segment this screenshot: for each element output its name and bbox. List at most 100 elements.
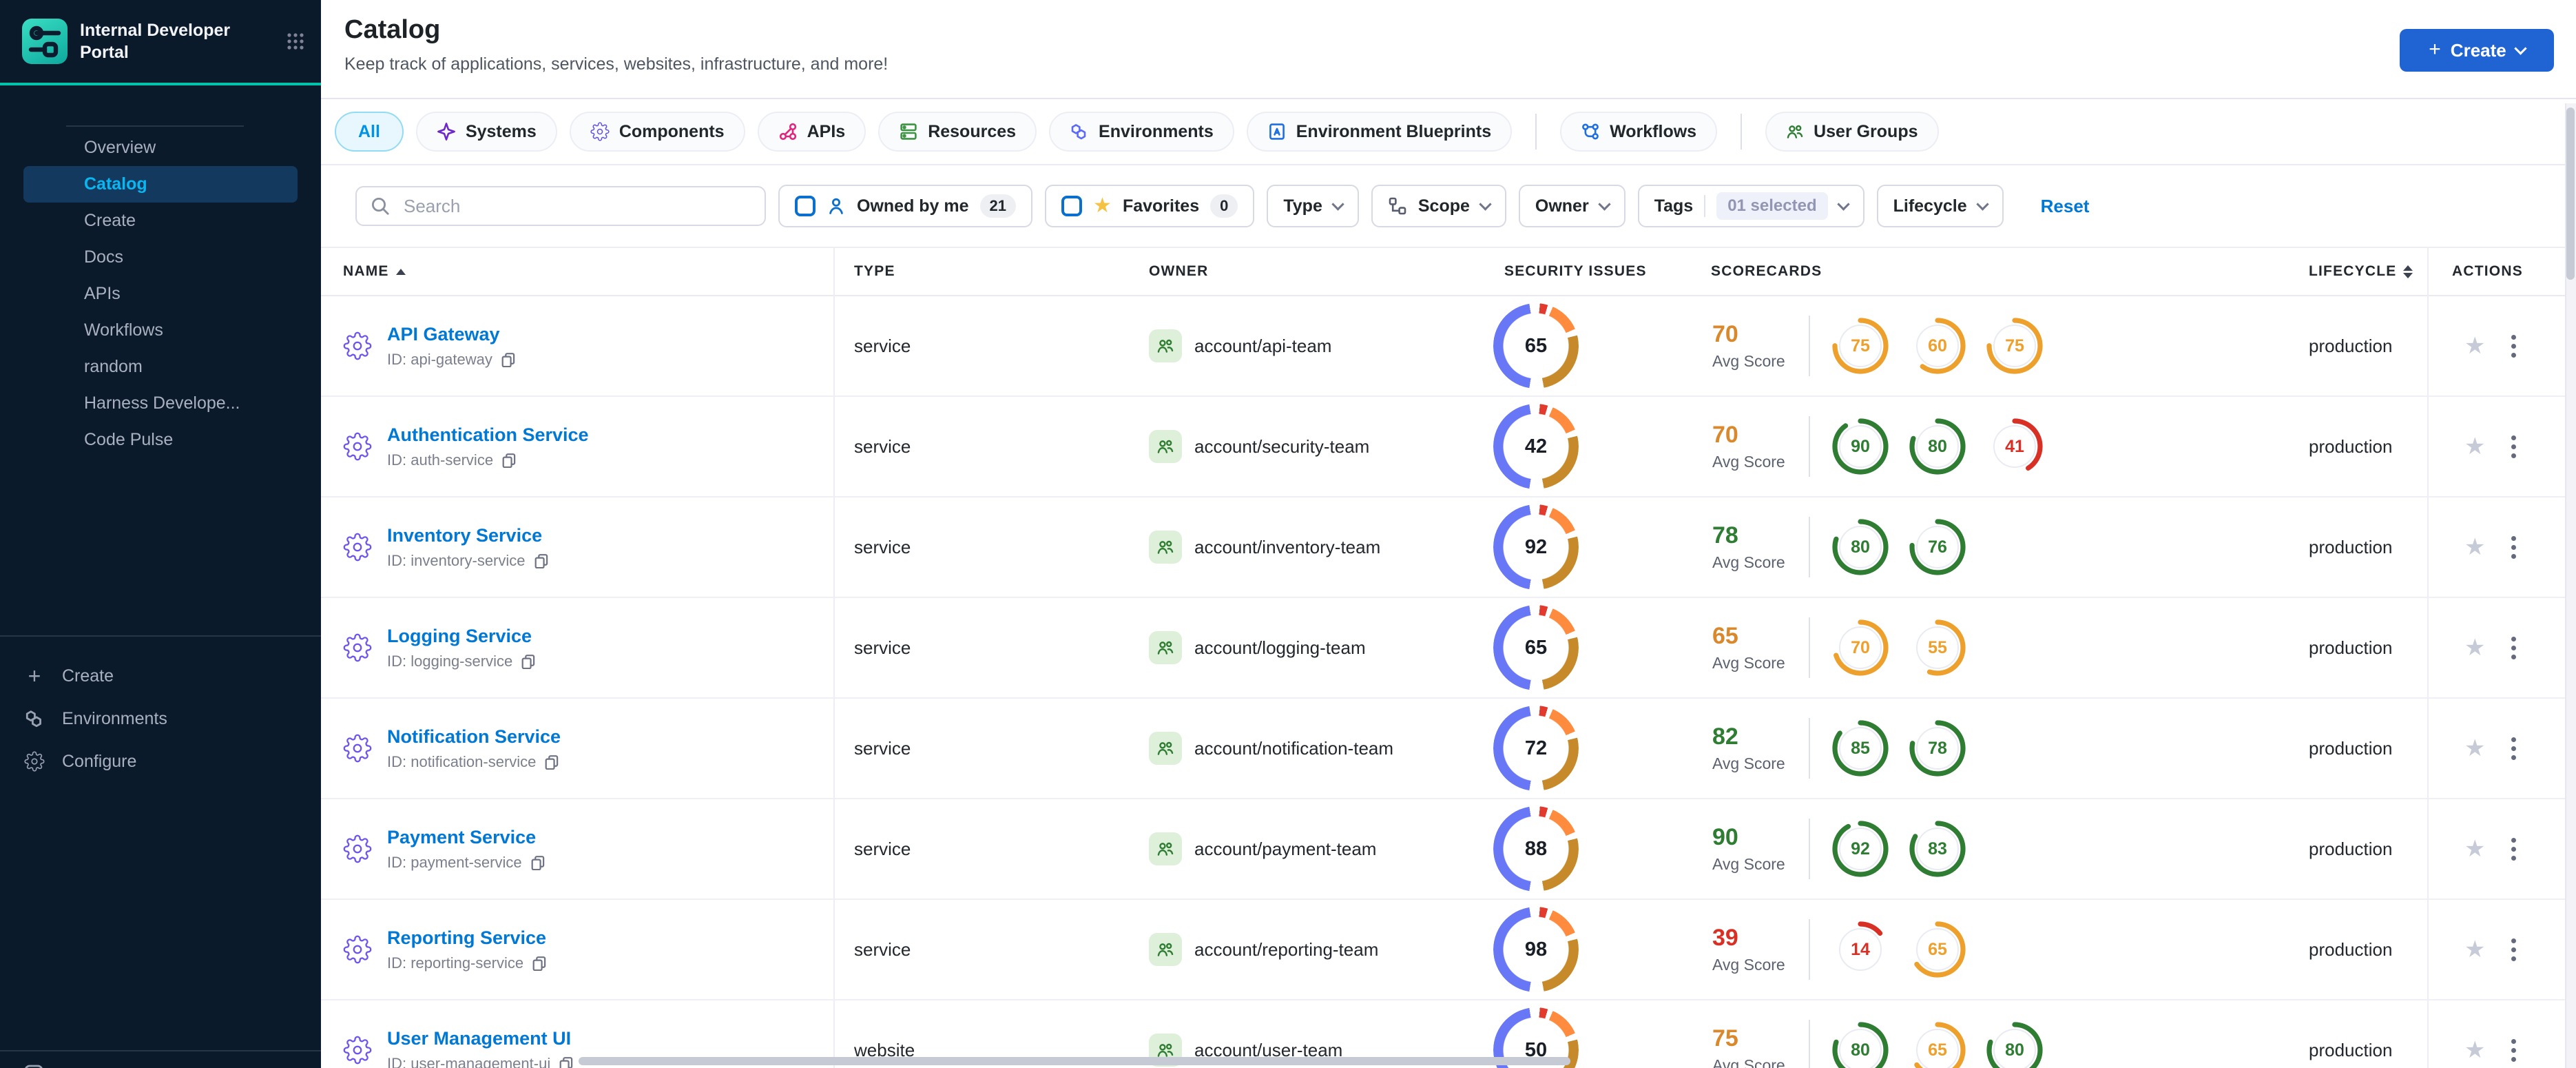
scorecard-ring[interactable]: 70 — [1831, 618, 1890, 677]
scorecard-ring[interactable]: 83 — [1908, 819, 1967, 879]
vertical-scrollbar-thumb[interactable] — [2566, 107, 2575, 280]
scorecard-ring[interactable]: 75 — [1831, 316, 1890, 376]
tab-apis[interactable]: APIs — [757, 112, 866, 152]
scorecard-ring[interactable]: 60 — [1908, 316, 1967, 376]
kebab-menu-icon[interactable] — [2509, 332, 2519, 360]
owned-by-me-checkbox[interactable] — [795, 196, 816, 216]
copy-icon[interactable] — [559, 1056, 574, 1068]
tab-environment-blueprints[interactable]: Environment Blueprints — [1246, 112, 1513, 152]
reset-filters-link[interactable]: Reset — [2041, 196, 2090, 217]
tab-components[interactable]: Components — [569, 112, 745, 152]
sidebar-item-create[interactable]: Create — [23, 203, 298, 239]
favorite-star-icon[interactable]: ★ — [2464, 334, 2485, 358]
kebab-menu-icon[interactable] — [2509, 634, 2519, 662]
copy-icon[interactable] — [530, 855, 546, 870]
favorites-checkbox[interactable] — [1061, 196, 1083, 216]
create-button[interactable]: + Create — [2400, 29, 2554, 72]
entity-name-link[interactable]: Reporting Service — [387, 927, 547, 949]
column-header-scorecards: SCORECARDS — [1699, 263, 2277, 280]
favorite-star-icon[interactable]: ★ — [2464, 535, 2485, 559]
tab-environments[interactable]: Environments — [1049, 112, 1234, 152]
scorecard-ring[interactable]: 65 — [1908, 1020, 1967, 1068]
tags-dropdown[interactable]: Tags 01 selected — [1637, 185, 1865, 227]
sidebar-item-catalog[interactable]: Catalog — [23, 166, 298, 203]
scorecard-ring[interactable]: 41 — [1985, 417, 2044, 476]
sidebar-item-docs[interactable]: Docs — [23, 239, 298, 276]
copy-icon[interactable] — [521, 654, 536, 669]
favorite-star-icon[interactable]: ★ — [2464, 737, 2485, 760]
entity-name-link[interactable]: Authentication Service — [387, 424, 589, 446]
favorite-star-icon[interactable]: ★ — [2464, 636, 2485, 659]
scorecard-ring[interactable]: 14 — [1831, 920, 1890, 979]
kebab-menu-icon[interactable] — [2509, 735, 2519, 763]
security-issues-donut[interactable]: 65 — [1493, 303, 1579, 389]
copy-icon[interactable] — [532, 956, 547, 971]
hierarchy-icon — [1388, 196, 1407, 216]
security-issues-donut[interactable]: 98 — [1493, 907, 1579, 992]
security-issues-donut[interactable]: 72 — [1493, 706, 1579, 791]
security-issues-donut[interactable]: 92 — [1493, 504, 1579, 590]
scorecard-ring[interactable]: 55 — [1908, 618, 1967, 677]
entity-name-link[interactable]: API Gateway — [387, 324, 516, 345]
favorites-filter[interactable]: ★ Favorites 0 — [1045, 185, 1255, 227]
copy-icon[interactable] — [501, 453, 517, 468]
sidebar-item-code-pulse[interactable]: Code Pulse — [23, 422, 298, 458]
kebab-menu-icon[interactable] — [2509, 936, 2519, 964]
sidebar-item-help[interactable]: ? Help — [0, 1050, 321, 1068]
kebab-menu-icon[interactable] — [2509, 433, 2519, 461]
sidebar-item-random[interactable]: random — [23, 349, 298, 385]
copy-icon[interactable] — [501, 352, 516, 367]
search-input[interactable] — [401, 194, 751, 218]
tab-user-groups[interactable]: User Groups — [1765, 112, 1939, 152]
scorecard-ring[interactable]: 85 — [1831, 719, 1890, 778]
tab-resources[interactable]: Resources — [878, 112, 1037, 152]
scope-dropdown[interactable]: Scope — [1371, 185, 1506, 227]
favorite-star-icon[interactable]: ★ — [2464, 435, 2485, 458]
entity-name-link[interactable]: Payment Service — [387, 827, 546, 848]
kebab-menu-icon[interactable] — [2509, 1036, 2519, 1065]
scorecard-ring[interactable]: 92 — [1831, 819, 1890, 879]
copy-icon[interactable] — [534, 553, 549, 568]
security-issues-donut[interactable]: 42 — [1493, 404, 1579, 489]
search-box[interactable] — [355, 186, 766, 226]
sidebar-item-overview[interactable]: Overview — [23, 130, 298, 166]
tab-systems[interactable]: Systems — [415, 112, 557, 152]
scorecard-ring[interactable]: 80 — [1985, 1020, 2044, 1068]
favorite-star-icon[interactable]: ★ — [2464, 938, 2485, 961]
column-header-name[interactable]: NAME — [321, 263, 833, 280]
type-dropdown[interactable]: Type — [1267, 185, 1359, 227]
security-issues-donut[interactable]: 65 — [1493, 605, 1579, 690]
column-header-lifecycle[interactable]: LIFECYCLE — [2277, 263, 2427, 280]
sidebar-item-harness-develope-[interactable]: Harness Develope... — [23, 385, 298, 422]
scorecard-ring[interactable]: 78 — [1908, 719, 1967, 778]
sidebar-item-workflows[interactable]: Workflows — [23, 312, 298, 349]
favorite-star-icon[interactable]: ★ — [2464, 1038, 2485, 1062]
tab-all[interactable]: All — [335, 112, 404, 152]
scorecard-ring[interactable]: 65 — [1908, 920, 1967, 979]
owned-by-me-filter[interactable]: Owned by me 21 — [778, 185, 1033, 227]
scorecard-ring[interactable]: 80 — [1831, 517, 1890, 577]
copy-icon[interactable] — [544, 754, 559, 770]
kebab-menu-icon[interactable] — [2509, 533, 2519, 562]
security-issues-donut[interactable]: 88 — [1493, 806, 1579, 892]
scorecard-ring[interactable]: 80 — [1908, 417, 1967, 476]
entity-name-link[interactable]: Notification Service — [387, 726, 561, 748]
app-switcher-grid-icon[interactable] — [287, 32, 304, 50]
scorecard-ring[interactable]: 80 — [1831, 1020, 1890, 1068]
horizontal-scrollbar-thumb[interactable] — [579, 1057, 1570, 1065]
sidebar-bottom-item-configure[interactable]: Configure — [23, 740, 298, 783]
entity-name-link[interactable]: Inventory Service — [387, 525, 549, 546]
owner-dropdown[interactable]: Owner — [1518, 185, 1625, 227]
scorecard-ring[interactable]: 75 — [1985, 316, 2044, 376]
scorecard-ring[interactable]: 90 — [1831, 417, 1890, 476]
sidebar-bottom-item-environments[interactable]: Environments — [23, 697, 298, 740]
entity-name-link[interactable]: User Management UI — [387, 1028, 574, 1049]
scorecard-ring[interactable]: 76 — [1908, 517, 1967, 577]
favorite-star-icon[interactable]: ★ — [2464, 837, 2485, 861]
kebab-menu-icon[interactable] — [2509, 835, 2519, 863]
sidebar-bottom-item-create[interactable]: + Create — [23, 655, 298, 697]
entity-name-link[interactable]: Logging Service — [387, 626, 536, 647]
tab-workflows[interactable]: Workflows — [1560, 112, 1718, 152]
lifecycle-dropdown[interactable]: Lifecycle — [1876, 185, 2004, 227]
sidebar-item-apis[interactable]: APIs — [23, 276, 298, 312]
